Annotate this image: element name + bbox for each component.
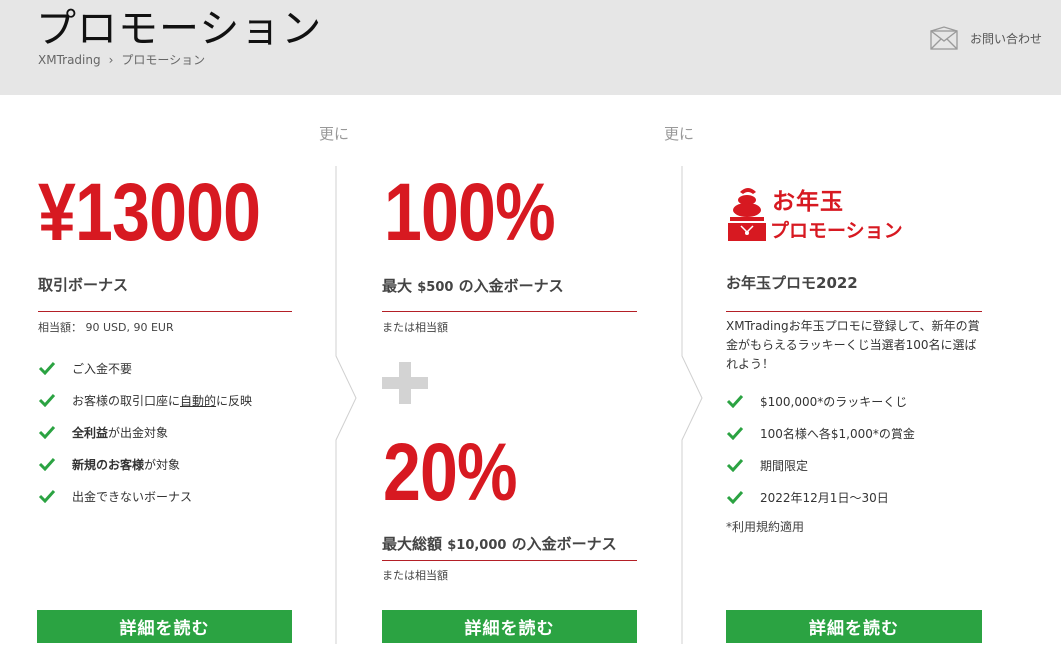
red-divider [726,311,982,312]
check-icon [38,457,56,471]
subtitle-text: 最大 [382,277,418,295]
mochi-icon [728,188,766,241]
otoshidama-logo: お年玉 プロモーション [726,186,912,244]
logo-subtitle: プロモーション [770,220,903,242]
page-title: プロモーション [36,6,323,52]
item-text: が対象 [144,457,181,472]
equivalent-note: 相当額： 90 USD, 90 EUR [38,321,174,334]
item-text-bold: 全利益 [72,425,109,440]
list-item: 全利益 が出金対象 [38,416,252,448]
read-more-button[interactable]: 詳細を読む [37,610,292,643]
subtitle-text: 最大総額 [382,535,448,553]
bonus-amount: ¥13000 [38,167,261,258]
check-icon [38,425,56,439]
red-divider [38,311,292,312]
item-text: $100,000*のラッキーくじ [760,394,908,409]
item-text: お客様の取引口座に [72,393,181,408]
list-item: 2022年12月1日～30日 [726,481,915,513]
terms-note: *利用規約適用 [726,520,805,534]
list-item: お客様の取引口座に 自動的 に反映 [38,384,252,416]
plus-icon [382,362,428,404]
card-subtitle: 最大総額 $10,000 の入金ボーナス [382,533,617,554]
logo-title: お年玉 [772,189,844,215]
contact-label: お問い合わせ [970,31,1043,46]
check-icon [38,361,56,375]
list-item: 新規のお客様 が対象 [38,448,252,480]
card-subtitle: お年玉プロモ2022 [726,274,858,292]
item-text-underlined: 自動的 [180,393,217,408]
breadcrumb-separator: › [108,53,114,67]
list-item: 期間限定 [726,449,915,481]
read-more-button[interactable]: 詳細を読む [382,610,637,643]
subtitle-amount: $500 [417,280,454,295]
item-text: 2022年12月1日～30日 [760,490,889,505]
item-text: に反映 [216,393,253,408]
breadcrumb-home-link[interactable]: XMTrading [38,53,101,67]
read-more-button[interactable]: 詳細を読む [726,610,982,643]
subtitle-text: の入金ボーナス [453,277,564,295]
red-divider [382,560,637,561]
check-icon [726,458,744,472]
sarani-label: 更に [319,125,350,143]
envelope-icon [930,26,958,50]
contact-link[interactable]: お問い合わせ [930,26,1042,50]
red-divider [382,311,637,312]
page-header: プロモーション XMTrading › プロモーション お問い合わせ [0,0,1061,95]
check-icon [726,426,744,440]
item-text: 出金できないボーナス [72,489,193,504]
list-item: 100名様へ各$1,000*の賞金 [726,417,915,449]
feature-list: $100,000*のラッキーくじ 100名様へ各$1,000*の賞金 期間限定 … [726,385,915,513]
column-divider [681,166,703,644]
card-subtitle: 最大 $500 の入金ボーナス [382,275,564,296]
equivalent-note: または相当額 [382,321,448,334]
column-divider [335,166,357,644]
item-text: ご入金不要 [72,361,133,376]
list-item: $100,000*のラッキーくじ [726,385,915,417]
equivalent-note: または相当額 [382,569,448,582]
subtitle-amount: $10,000 [447,538,507,553]
item-text-bold: 新規のお客様 [72,457,145,472]
card-subtitle: 取引ボーナス [38,276,129,294]
bonus-percent: 20% [383,427,518,518]
item-text: が出金対象 [108,425,169,440]
list-item: ご入金不要 [38,352,252,384]
sarani-label: 更に [664,125,695,143]
breadcrumb-current: プロモーション [121,53,206,67]
item-text: 100名様へ各$1,000*の賞金 [760,426,915,441]
breadcrumb: XMTrading › プロモーション [38,51,205,68]
bonus-percent: 100% [384,167,556,258]
feature-list: ご入金不要 お客様の取引口座に 自動的 に反映 全利益 が出金対象 新規のお客様 が対象… [38,352,252,512]
subtitle-text: の入金ボーナス [506,535,617,553]
check-icon [726,394,744,408]
check-icon [726,490,744,504]
promo-description: XMTradingお年玉プロモに登録して、新年の賞金がもらえるラッキーくじ当選者… [726,319,980,371]
item-text: 期間限定 [760,458,809,473]
check-icon [38,393,56,407]
check-icon [38,489,56,503]
list-item: 出金できないボーナス [38,480,252,512]
